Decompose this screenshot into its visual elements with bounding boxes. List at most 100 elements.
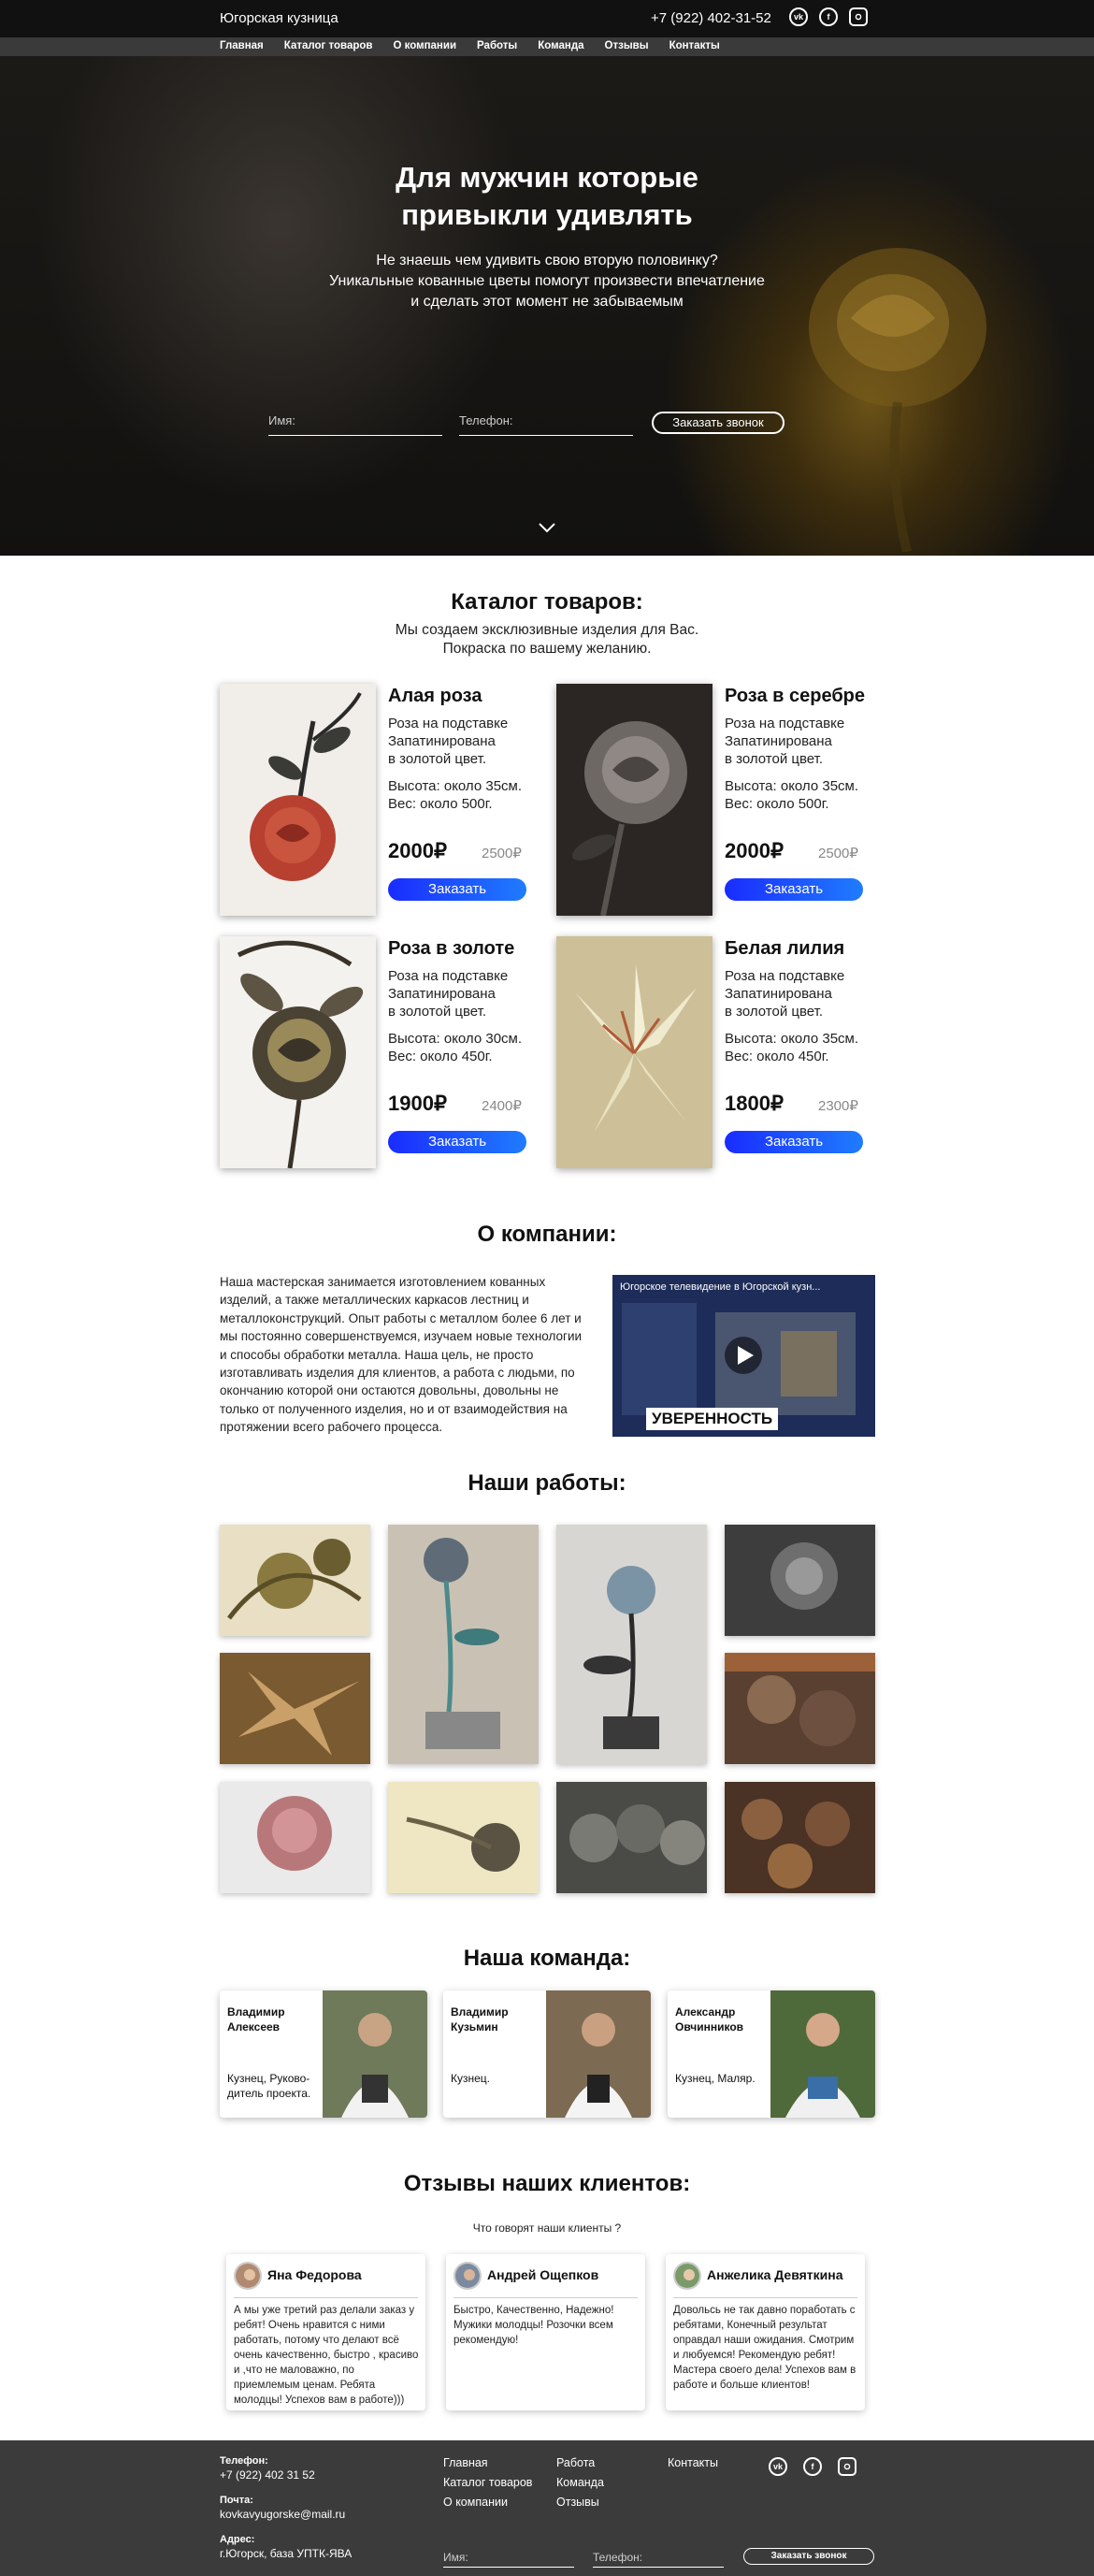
footer-link-catalog[interactable]: Каталог товаров bbox=[443, 2476, 532, 2489]
order-button[interactable]: Заказать bbox=[388, 1131, 526, 1153]
team-member-card: Владимир Алексеев Кузнец, Руково- дитель… bbox=[220, 1990, 427, 2118]
footer-link-home[interactable]: Главная bbox=[443, 2456, 488, 2469]
footer-address: г.Югорск, база УПТК-ЯВА bbox=[220, 2547, 353, 2560]
product-image-gold-rose[interactable] bbox=[220, 936, 376, 1168]
gallery-image[interactable] bbox=[725, 1782, 875, 1893]
product-description: Роза на подставке Запатинирована в золот… bbox=[725, 716, 845, 767]
hero-subtitle-line2: Уникальные кованные цветы помогут произв… bbox=[329, 273, 765, 289]
nav-item-reviews[interactable]: Отзывы bbox=[605, 40, 649, 51]
hero-phone-input[interactable]: Телефон: bbox=[459, 413, 633, 436]
footer-social-links: vk f bbox=[769, 2457, 856, 2476]
product-card: Роза в золоте Роза на подставке Запатини… bbox=[220, 936, 556, 1168]
team-member-role: Кузнец, Руково- дитель проекта. bbox=[227, 2072, 311, 2100]
review-card: Яна Федорова А мы уже третий раз делали … bbox=[226, 2254, 425, 2410]
product-price: 2000₽ bbox=[725, 839, 784, 862]
footer-link-works[interactable]: Работа bbox=[556, 2456, 595, 2469]
top-bar: Югорская кузница +7 (922) 402-31-52 vk f bbox=[0, 0, 1094, 37]
facebook-icon[interactable]: f bbox=[819, 7, 838, 26]
product-description: Роза на подставке Запатинирована в золот… bbox=[725, 968, 845, 1020]
review-card: Анжелика Девяткина Довольсь не так давно… bbox=[666, 2254, 865, 2410]
team-member-role: Кузнец, Маляр. bbox=[675, 2072, 756, 2085]
review-text: А мы уже третий раз делали заказ у ребят… bbox=[234, 2305, 419, 2406]
order-button[interactable]: Заказать bbox=[725, 878, 863, 901]
product-old-price: 2300₽ bbox=[818, 1098, 858, 1114]
product-dimensions: Высота: около 35см. Вес: около 500г. bbox=[388, 778, 523, 812]
product-description: Роза на подставке Запатинирована в золот… bbox=[388, 716, 509, 767]
product-dimensions: Высота: около 35см. Вес: около 450г. bbox=[725, 1031, 859, 1064]
instagram-icon[interactable] bbox=[849, 7, 868, 26]
main-nav: Главная Каталог товаров О компании Работ… bbox=[0, 37, 1094, 56]
avatar bbox=[453, 2262, 482, 2290]
gallery-image[interactable] bbox=[725, 1525, 875, 1636]
gallery-image[interactable] bbox=[725, 1653, 875, 1764]
footer-phone[interactable]: +7 (922) 402 31 52 bbox=[220, 2468, 315, 2482]
product-old-price: 2500₽ bbox=[818, 846, 858, 861]
product-price: 1800₽ bbox=[725, 1092, 784, 1115]
team-title: Наша команда: bbox=[463, 1946, 631, 1971]
product-dimensions: Высота: около 35см. Вес: около 500г. bbox=[725, 778, 859, 812]
hero-call-button[interactable]: Заказать звонок bbox=[652, 412, 785, 434]
facebook-icon[interactable]: f bbox=[803, 2457, 822, 2476]
about-video[interactable]: Югорское телевидение в Югорской кузн... … bbox=[612, 1275, 875, 1437]
footer-mail[interactable]: kovkavyugorske@mail.ru bbox=[220, 2508, 345, 2521]
nav-item-team[interactable]: Команда bbox=[538, 40, 583, 51]
nav-item-contacts[interactable]: Контакты bbox=[669, 40, 720, 51]
product-price: 2000₽ bbox=[388, 839, 447, 862]
product-card: Роза в серебре Роза на подставке Запатин… bbox=[556, 684, 893, 916]
product-price: 1900₽ bbox=[388, 1092, 447, 1115]
reviews-subtitle: Что говорят наши клиенты ? bbox=[472, 2221, 622, 2235]
reviews-title: Отзывы наших клиентов: bbox=[403, 2171, 691, 2196]
catalog-subtitle-line2: Покраска по вашему желанию. bbox=[442, 641, 652, 657]
hero-name-input[interactable]: Имя: bbox=[268, 413, 442, 436]
chevron-down-icon[interactable] bbox=[538, 522, 556, 533]
product-image-white-lily[interactable] bbox=[556, 936, 713, 1168]
product-description: Роза на подставке Запатинирована в золот… bbox=[388, 968, 509, 1020]
avatar bbox=[234, 2262, 262, 2290]
vk-icon[interactable]: vk bbox=[769, 2457, 787, 2476]
social-links: vk f bbox=[789, 7, 868, 26]
footer-link-reviews[interactable]: Отзывы bbox=[556, 2496, 599, 2509]
about-title: О компании: bbox=[477, 1222, 617, 1247]
nav-item-home[interactable]: Главная bbox=[220, 40, 264, 51]
team-member-name: Владимир Алексеев bbox=[227, 2005, 285, 2033]
header-phone[interactable]: +7 (922) 402-31-52 bbox=[651, 10, 771, 26]
review-author: Андрей Ощепков bbox=[487, 2267, 599, 2282]
order-button[interactable]: Заказать bbox=[725, 1131, 863, 1153]
footer-phone-label: Телефон: bbox=[220, 2455, 268, 2467]
nav-item-about[interactable]: О компании bbox=[393, 40, 456, 51]
footer-mail-label: Почта: bbox=[220, 2495, 253, 2506]
gallery-image[interactable] bbox=[220, 1525, 370, 1636]
instagram-icon[interactable] bbox=[838, 2457, 856, 2476]
nav-item-works[interactable]: Работы bbox=[477, 40, 517, 51]
nav-item-catalog[interactable]: Каталог товаров bbox=[284, 40, 373, 51]
product-old-price: 2400₽ bbox=[482, 1098, 522, 1114]
footer-name-input[interactable]: Имя: bbox=[443, 2551, 574, 2568]
team-member-role: Кузнец. bbox=[451, 2072, 490, 2085]
brand-name[interactable]: Югорская кузница bbox=[220, 10, 338, 26]
gallery-image[interactable] bbox=[388, 1525, 539, 1764]
gallery-image[interactable] bbox=[556, 1525, 707, 1764]
footer-link-team[interactable]: Команда bbox=[556, 2476, 604, 2489]
gallery-image[interactable] bbox=[220, 1782, 370, 1893]
gallery-image[interactable] bbox=[388, 1782, 539, 1893]
footer-link-about[interactable]: О компании bbox=[443, 2496, 508, 2509]
video-title: Югорское телевидение в Югорской кузн... bbox=[620, 1281, 821, 1293]
works-title: Наши работы: bbox=[468, 1470, 626, 1496]
hero-title-line1: Для мужчин которые bbox=[396, 161, 698, 194]
gallery-image[interactable] bbox=[556, 1782, 707, 1893]
divider bbox=[234, 2297, 418, 2298]
footer-link-contacts[interactable]: Контакты bbox=[668, 2456, 718, 2469]
page: Югорская кузница +7 (922) 402-31-52 vk f… bbox=[0, 0, 1094, 2576]
video-caption-badge: УВЕРЕННОСТЬ bbox=[646, 1408, 779, 1430]
order-button[interactable]: Заказать bbox=[388, 878, 526, 901]
product-card: Белая лилия Роза на подставке Запатиниро… bbox=[556, 936, 893, 1168]
footer-call-button[interactable]: Заказать звонок bbox=[743, 2548, 874, 2565]
gallery-image[interactable] bbox=[220, 1653, 370, 1764]
team-member-photo bbox=[546, 1990, 651, 2118]
review-text: Быстро, Качественно, Надежно! Мужики мол… bbox=[453, 2305, 614, 2346]
avatar bbox=[673, 2262, 701, 2290]
product-image-red-rose[interactable] bbox=[220, 684, 376, 916]
product-image-silver-rose[interactable] bbox=[556, 684, 713, 916]
vk-icon[interactable]: vk bbox=[789, 7, 808, 26]
footer-phone-input[interactable]: Телефон: bbox=[593, 2551, 724, 2568]
